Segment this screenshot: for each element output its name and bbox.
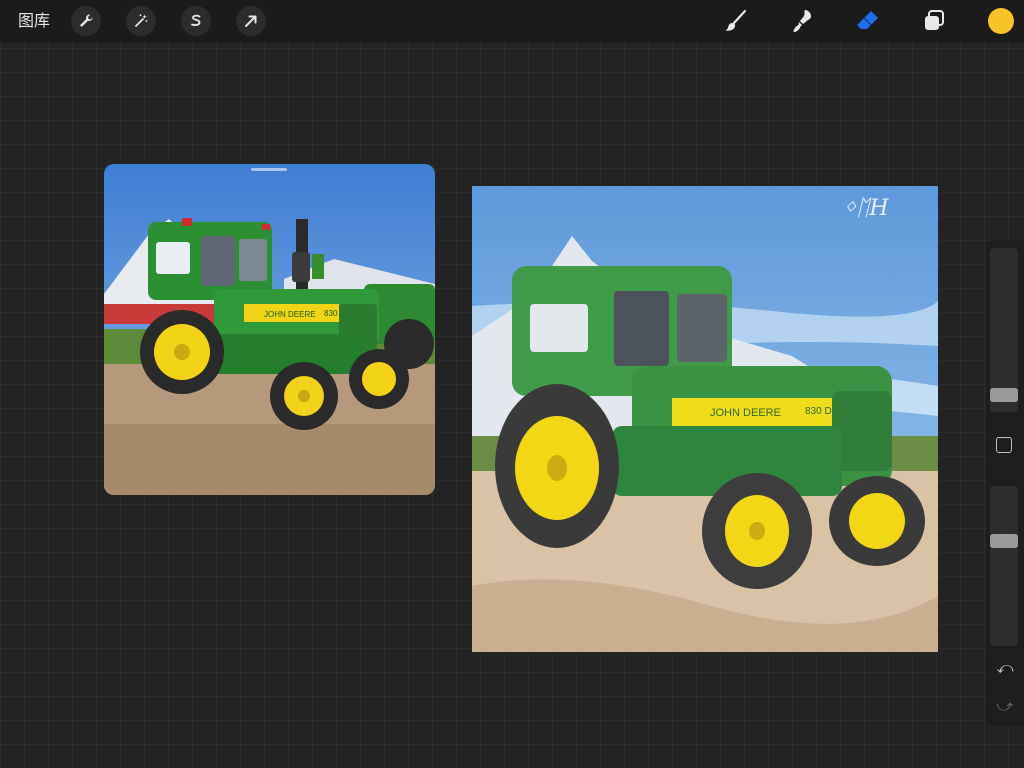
toolbar: 图库 xyxy=(0,0,1024,42)
smudge-tool[interactable] xyxy=(787,6,817,36)
modify-button-square[interactable] xyxy=(996,437,1012,453)
redo-button[interactable]: ⤻ xyxy=(994,698,1016,716)
selection-icon xyxy=(191,14,201,26)
transform-button[interactable] xyxy=(236,6,266,36)
layers-button[interactable] xyxy=(919,6,949,36)
gallery-button[interactable]: 图库 xyxy=(18,10,50,32)
wrench-icon xyxy=(80,14,93,27)
eraser-icon xyxy=(857,11,878,29)
drawing-canvas[interactable]: JOHN DEERE 830 DIESEL xyxy=(472,186,938,652)
brush-size-slider[interactable] xyxy=(990,248,1018,412)
eraser-tool[interactable] xyxy=(853,6,883,36)
sidebar: ⤺ ⤻ xyxy=(986,240,1024,726)
ref-plate-left: JOHN DEERE xyxy=(264,310,316,319)
canvas-plate-left: JOHN DEERE xyxy=(710,407,781,419)
painting: JOHN DEERE 830 DIESEL xyxy=(472,186,938,652)
color-picker-button[interactable] xyxy=(988,8,1014,34)
brush-size-thumb[interactable] xyxy=(990,388,1018,402)
selection-button[interactable] xyxy=(181,6,211,36)
undo-button[interactable]: ⤺ xyxy=(994,660,1016,678)
reference-panel[interactable]: JOHN DEERE 830 xyxy=(104,164,435,495)
actions-button[interactable] xyxy=(71,6,101,36)
opacity-thumb[interactable] xyxy=(990,534,1018,548)
brush-tool[interactable] xyxy=(721,6,751,36)
opacity-slider[interactable] xyxy=(990,486,1018,646)
brush-icon xyxy=(725,9,747,31)
ref-plate-right: 830 xyxy=(324,309,338,318)
reference-photo: JOHN DEERE 830 xyxy=(104,164,435,495)
smudge-icon xyxy=(793,10,811,33)
artist-signature: ᛜᛖH xyxy=(843,196,889,221)
transform-arrow-icon xyxy=(245,15,257,27)
magic-wand-icon xyxy=(135,14,148,27)
eraser-icon-body xyxy=(857,11,878,29)
layers-icon xyxy=(925,10,944,30)
adjustments-button[interactable] xyxy=(126,6,156,36)
reference-drag-handle[interactable] xyxy=(251,168,287,171)
